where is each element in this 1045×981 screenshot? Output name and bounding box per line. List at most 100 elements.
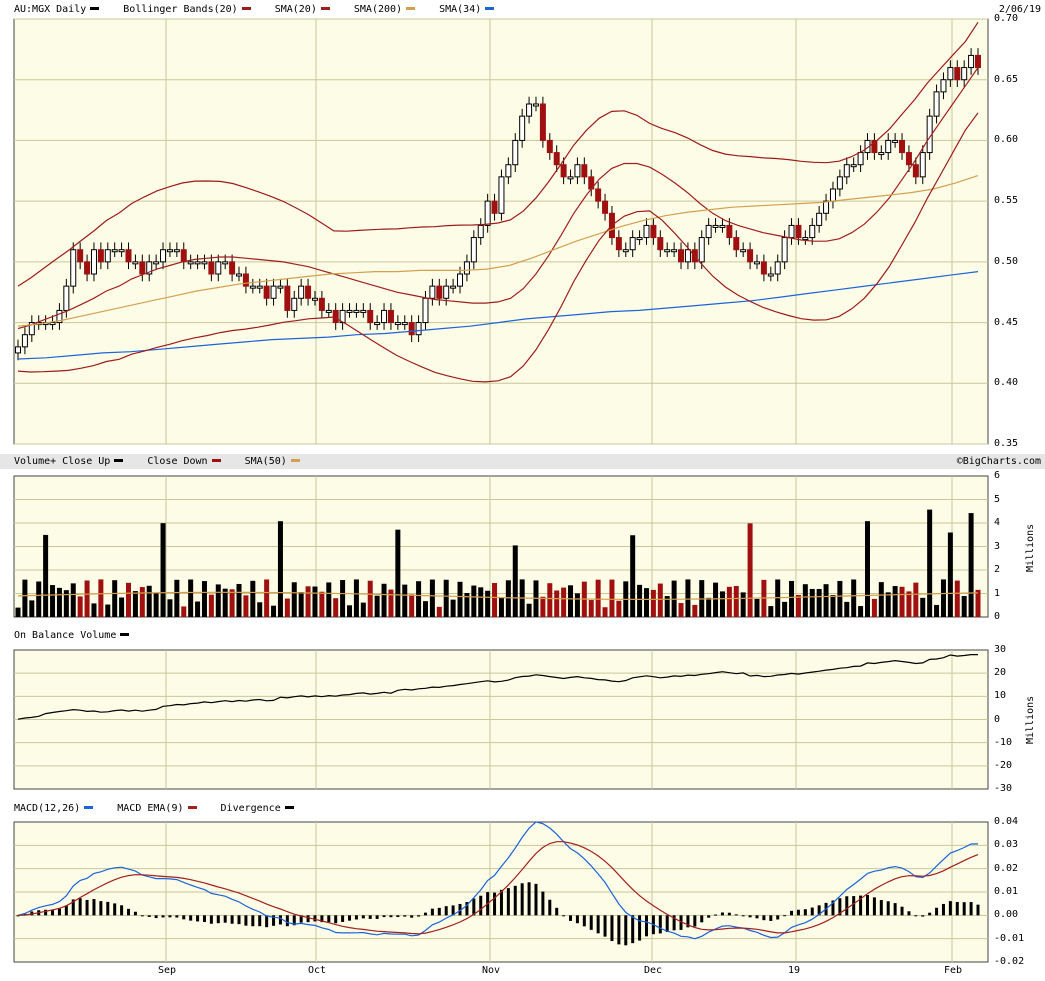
divergence-bar bbox=[707, 915, 711, 918]
volume-bar bbox=[540, 596, 546, 617]
volume-bar bbox=[554, 590, 560, 617]
volume-bar bbox=[975, 589, 981, 617]
candle bbox=[166, 249, 173, 253]
candle bbox=[671, 249, 678, 253]
divergence-bar bbox=[127, 908, 131, 916]
candle bbox=[643, 224, 650, 239]
volume-tick-0: 6 bbox=[994, 470, 1001, 481]
volume-bar bbox=[195, 601, 201, 617]
volume-bar bbox=[91, 603, 97, 617]
candle bbox=[132, 261, 139, 265]
divergence-bar bbox=[762, 915, 766, 921]
volume-bar bbox=[271, 605, 277, 617]
volume-tick-4: 2 bbox=[994, 564, 1001, 575]
candle bbox=[802, 237, 809, 241]
candle bbox=[21, 334, 28, 348]
candle bbox=[387, 309, 394, 324]
volume-bar bbox=[657, 583, 663, 617]
volume-bar bbox=[112, 580, 118, 617]
volume-bar bbox=[878, 582, 884, 617]
candle bbox=[325, 309, 332, 313]
candle bbox=[15, 346, 21, 354]
volume-bar bbox=[236, 583, 242, 617]
divergence-bar bbox=[430, 908, 434, 916]
candle bbox=[353, 309, 360, 313]
divergence-bar bbox=[258, 915, 262, 927]
candle bbox=[823, 200, 830, 214]
volume-bar bbox=[429, 579, 435, 617]
volume-bar bbox=[616, 600, 622, 617]
candle bbox=[567, 176, 574, 180]
candle bbox=[719, 224, 726, 228]
volume-bar bbox=[188, 579, 194, 617]
obv-tick-5: -20 bbox=[994, 759, 1013, 771]
candle bbox=[498, 176, 505, 214]
divergence-bar bbox=[665, 915, 669, 933]
volume-bar bbox=[174, 579, 180, 617]
candle bbox=[774, 261, 781, 275]
divergence-bar bbox=[113, 903, 117, 916]
divergence-bar bbox=[617, 915, 621, 945]
candle bbox=[629, 237, 636, 251]
volume-tick-5: 1 bbox=[994, 587, 1001, 599]
divergence-bar bbox=[403, 915, 407, 917]
candle bbox=[491, 200, 498, 214]
divergence-bar bbox=[306, 915, 310, 923]
candle bbox=[277, 285, 284, 289]
candle bbox=[180, 249, 187, 263]
divergence-bar bbox=[548, 899, 552, 916]
macd-tick-5: -0.01 bbox=[994, 932, 1025, 944]
volume-bar bbox=[851, 579, 857, 617]
divergence-bar bbox=[99, 901, 103, 916]
divergence-bar bbox=[285, 915, 289, 927]
divergence-bar bbox=[582, 915, 586, 927]
volume-bar bbox=[139, 587, 145, 617]
volume-bar bbox=[43, 534, 49, 617]
candle bbox=[201, 261, 208, 265]
volume-bar bbox=[643, 588, 649, 617]
volume-bar bbox=[795, 595, 801, 617]
volume-bar bbox=[70, 583, 76, 617]
volume-bar bbox=[353, 579, 359, 617]
candle bbox=[829, 188, 836, 202]
candle bbox=[740, 249, 747, 253]
candle bbox=[615, 237, 622, 251]
candle bbox=[70, 249, 77, 287]
volume-bar bbox=[395, 529, 401, 617]
volume-bar bbox=[105, 604, 111, 617]
x-label-4: 19 bbox=[788, 965, 801, 976]
divergence-bar bbox=[120, 905, 124, 916]
divergence-bar bbox=[969, 902, 973, 916]
volume-bar bbox=[443, 579, 449, 617]
volume-bar bbox=[719, 591, 725, 617]
candle bbox=[767, 273, 774, 277]
volume-bar bbox=[312, 586, 318, 617]
candle bbox=[878, 152, 885, 156]
volume-bar bbox=[153, 592, 159, 617]
volume-bar bbox=[906, 591, 912, 617]
divergence-bar bbox=[92, 899, 96, 916]
candle bbox=[788, 224, 795, 239]
divergence-bar bbox=[520, 883, 524, 916]
volume-bar bbox=[927, 509, 933, 617]
candle bbox=[850, 164, 857, 168]
candle bbox=[77, 249, 84, 263]
price-tick-3: 0.55 bbox=[994, 195, 1019, 207]
candle bbox=[560, 164, 567, 178]
divergence-bar bbox=[147, 915, 151, 917]
candle bbox=[553, 152, 560, 166]
divergence-bar bbox=[499, 889, 503, 916]
divergence-bar bbox=[175, 915, 179, 918]
volume-bar bbox=[374, 595, 380, 617]
candle bbox=[160, 249, 167, 263]
divergence-bar bbox=[865, 894, 869, 916]
volume-bar bbox=[789, 580, 795, 617]
volume-bar bbox=[858, 606, 864, 617]
divergence-bar bbox=[603, 915, 607, 937]
volume-bar bbox=[347, 605, 353, 617]
volume-bar bbox=[333, 598, 339, 617]
divergence-bar bbox=[976, 904, 980, 916]
volume-bar bbox=[754, 598, 760, 617]
divergence-bar bbox=[251, 915, 255, 927]
candle bbox=[747, 249, 754, 263]
